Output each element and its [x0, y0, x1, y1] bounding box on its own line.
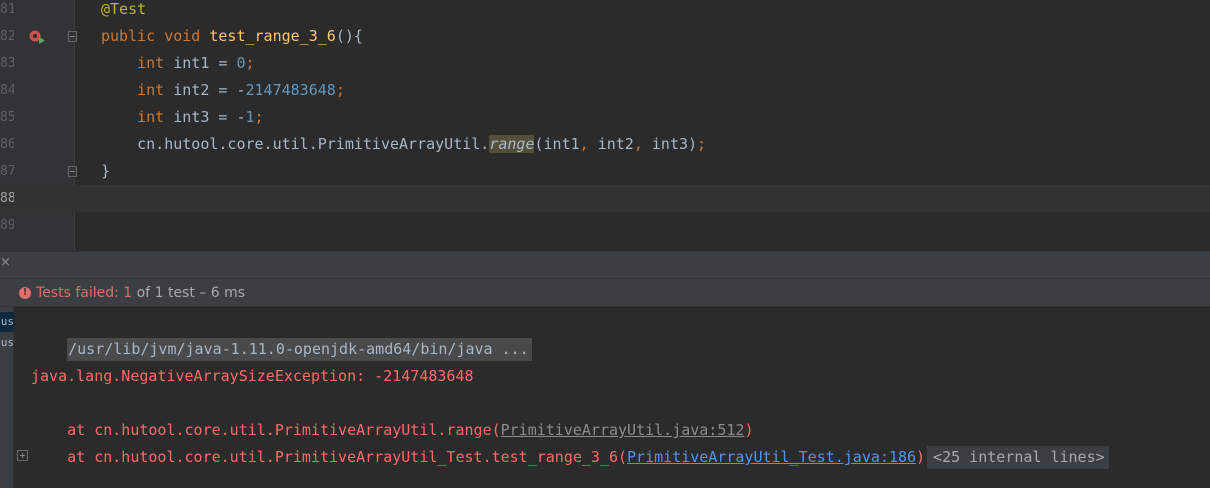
java-command[interactable]: /usr/lib/jvm/java-1.11.0-openjdk-amd64/b… — [67, 338, 532, 361]
code-line[interactable]: 87} — [0, 158, 1210, 185]
tests-summary: of 1 test – 6 ms — [132, 285, 246, 301]
test-tree-item[interactable]: us — [0, 312, 14, 332]
code-line[interactable]: 83 int int1 = 0; — [0, 50, 1210, 77]
tests-failed-label: Tests failed: — [36, 285, 124, 301]
highlighted-method: range — [489, 135, 535, 153]
code-line[interactable]: 85 int int3 = -1; — [0, 104, 1210, 131]
code-token: 1 — [245, 108, 255, 126]
code-token: cn.hutool.core.util.PrimitiveArrayUtil. — [101, 135, 490, 153]
run-panel-header: × — [0, 251, 1210, 279]
code-line[interactable]: 88 — [0, 185, 1210, 212]
code-text: @Test — [101, 0, 146, 23]
code-token: 2147483648 — [245, 81, 336, 99]
stack-frame-close: ) — [744, 421, 754, 439]
line-number: 84 — [0, 83, 14, 98]
source-link[interactable]: PrimitiveArrayUtil.java:512 — [501, 421, 745, 439]
line-number: 81 — [0, 2, 14, 17]
stack-frame-close: ) — [916, 448, 926, 466]
line-number: 87 — [0, 164, 14, 179]
stack-frame: at cn.hutool.core.util.PrimitiveArrayUti… — [31, 444, 1109, 471]
code-token: @Test — [101, 0, 147, 18]
code-token: , — [579, 135, 598, 153]
code-line[interactable]: 82 public void test_range_3_6(){ — [0, 23, 1210, 50]
code-token: 0 — [236, 54, 246, 72]
line-number: 89 — [0, 218, 14, 233]
tests-failed-count: 1 — [123, 285, 133, 301]
error-icon — [19, 279, 31, 307]
code-line[interactable]: 89 — [0, 212, 1210, 239]
code-token: public void — [101, 27, 210, 45]
code-token: test_range_3_6 — [209, 27, 336, 45]
exception-line: java.lang.NegativeArraySizeException: -2… — [31, 367, 474, 385]
stack-frame-text: at cn.hutool.core.util.PrimitiveArrayUti… — [31, 448, 628, 466]
console-output[interactable]: /usr/lib/jvm/java-1.11.0-openjdk-amd64/b… — [14, 307, 1210, 488]
code-token: ; — [245, 54, 255, 72]
code-token: ; — [697, 135, 707, 153]
fold-marker-icon[interactable] — [68, 166, 77, 177]
test-status-text: Tests failed: 1 of 1 test – 6 ms — [36, 279, 245, 307]
stack-frame-text: at cn.hutool.core.util.PrimitiveArrayUti… — [31, 421, 501, 439]
code-line[interactable]: 84 int int2 = -2147483648; — [0, 77, 1210, 104]
code-token: int1 = — [173, 54, 237, 72]
expand-internal-icon[interactable] — [17, 450, 28, 461]
code-token: ; — [254, 108, 264, 126]
code-token: int — [137, 54, 174, 72]
code-text: cn.hutool.core.util.PrimitiveArrayUtil.r… — [101, 131, 706, 158]
code-token: int2 — [597, 135, 634, 153]
code-text: int int2 = -2147483648; — [101, 77, 345, 104]
source-link[interactable]: PrimitiveArrayUtil_Test.java:186 — [627, 448, 916, 466]
code-token: (int1 — [534, 135, 580, 153]
code-token: int2 = - — [173, 81, 246, 99]
internal-lines-fold[interactable]: <25 internal lines> — [927, 446, 1109, 469]
code-line[interactable]: 86 cn.hutool.core.util.PrimitiveArrayUti… — [0, 131, 1210, 158]
line-number: 86 — [0, 137, 14, 152]
code-token: ; — [335, 81, 345, 99]
code-token: } — [101, 162, 111, 180]
code-token: (){ — [335, 27, 363, 45]
test-status-bar: Tests failed: 1 of 1 test – 6 ms — [0, 279, 1210, 307]
line-number: 88 — [0, 191, 14, 206]
code-text: public void test_range_3_6(){ — [101, 23, 363, 50]
code-token: int — [137, 81, 174, 99]
code-text: } — [101, 158, 110, 185]
code-token: , — [633, 135, 652, 153]
code-line[interactable]: 81 @Test — [0, 0, 1210, 23]
stack-frame: at cn.hutool.core.util.PrimitiveArrayUti… — [31, 417, 753, 444]
code-token: int — [137, 108, 174, 126]
fold-marker-icon[interactable] — [68, 31, 77, 42]
close-panel-icon[interactable]: × — [0, 255, 11, 270]
run-test-breakpoint-icon[interactable] — [28, 28, 46, 46]
test-tree-strip: us us — [0, 307, 14, 488]
code-token: int3 = - — [173, 108, 246, 126]
line-number: 85 — [0, 110, 14, 125]
code-editor[interactable]: 81 @Test 82 public void test_range_3_6(){83… — [0, 0, 1210, 251]
code-text: int int3 = -1; — [101, 104, 264, 131]
line-number: 82 — [0, 29, 14, 44]
code-text: int int1 = 0; — [101, 50, 255, 77]
code-token: int3) — [651, 135, 698, 153]
line-number: 83 — [0, 56, 14, 71]
test-tree-item[interactable]: us — [0, 333, 14, 353]
